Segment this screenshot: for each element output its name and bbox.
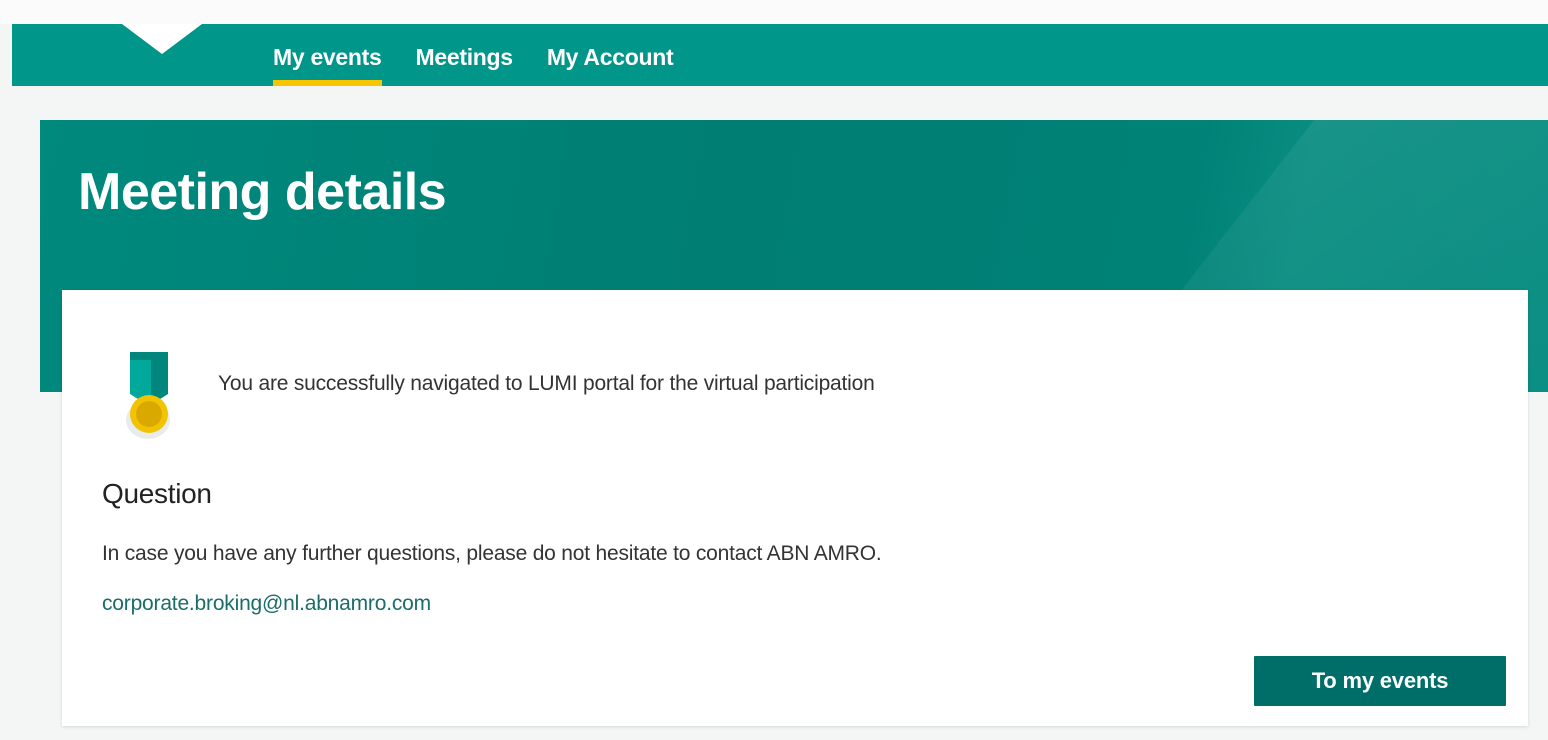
success-message: You are successfully navigated to LUMI p… bbox=[218, 372, 875, 395]
nav-item-my-account[interactable]: My Account bbox=[536, 24, 685, 86]
question-text: In case you have any further questions, … bbox=[102, 542, 882, 565]
nav-notch-decoration bbox=[122, 24, 202, 54]
to-my-events-button[interactable]: To my events bbox=[1254, 656, 1506, 706]
top-navigation-bar: My events Meetings My Account bbox=[12, 24, 1548, 86]
nav-item-meetings[interactable]: Meetings bbox=[405, 24, 524, 86]
nav-items: My events Meetings My Account bbox=[262, 24, 696, 86]
question-heading: Question bbox=[102, 478, 212, 509]
page-title: Meeting details bbox=[78, 163, 447, 221]
top-gap bbox=[0, 0, 1548, 24]
contact-email-link[interactable]: corporate.broking@nl.abnamro.com bbox=[102, 592, 431, 616]
medal-icon bbox=[126, 352, 170, 439]
nav-item-my-events[interactable]: My events bbox=[262, 24, 393, 86]
meeting-details-card: You are successfully navigated to LUMI p… bbox=[62, 290, 1528, 726]
